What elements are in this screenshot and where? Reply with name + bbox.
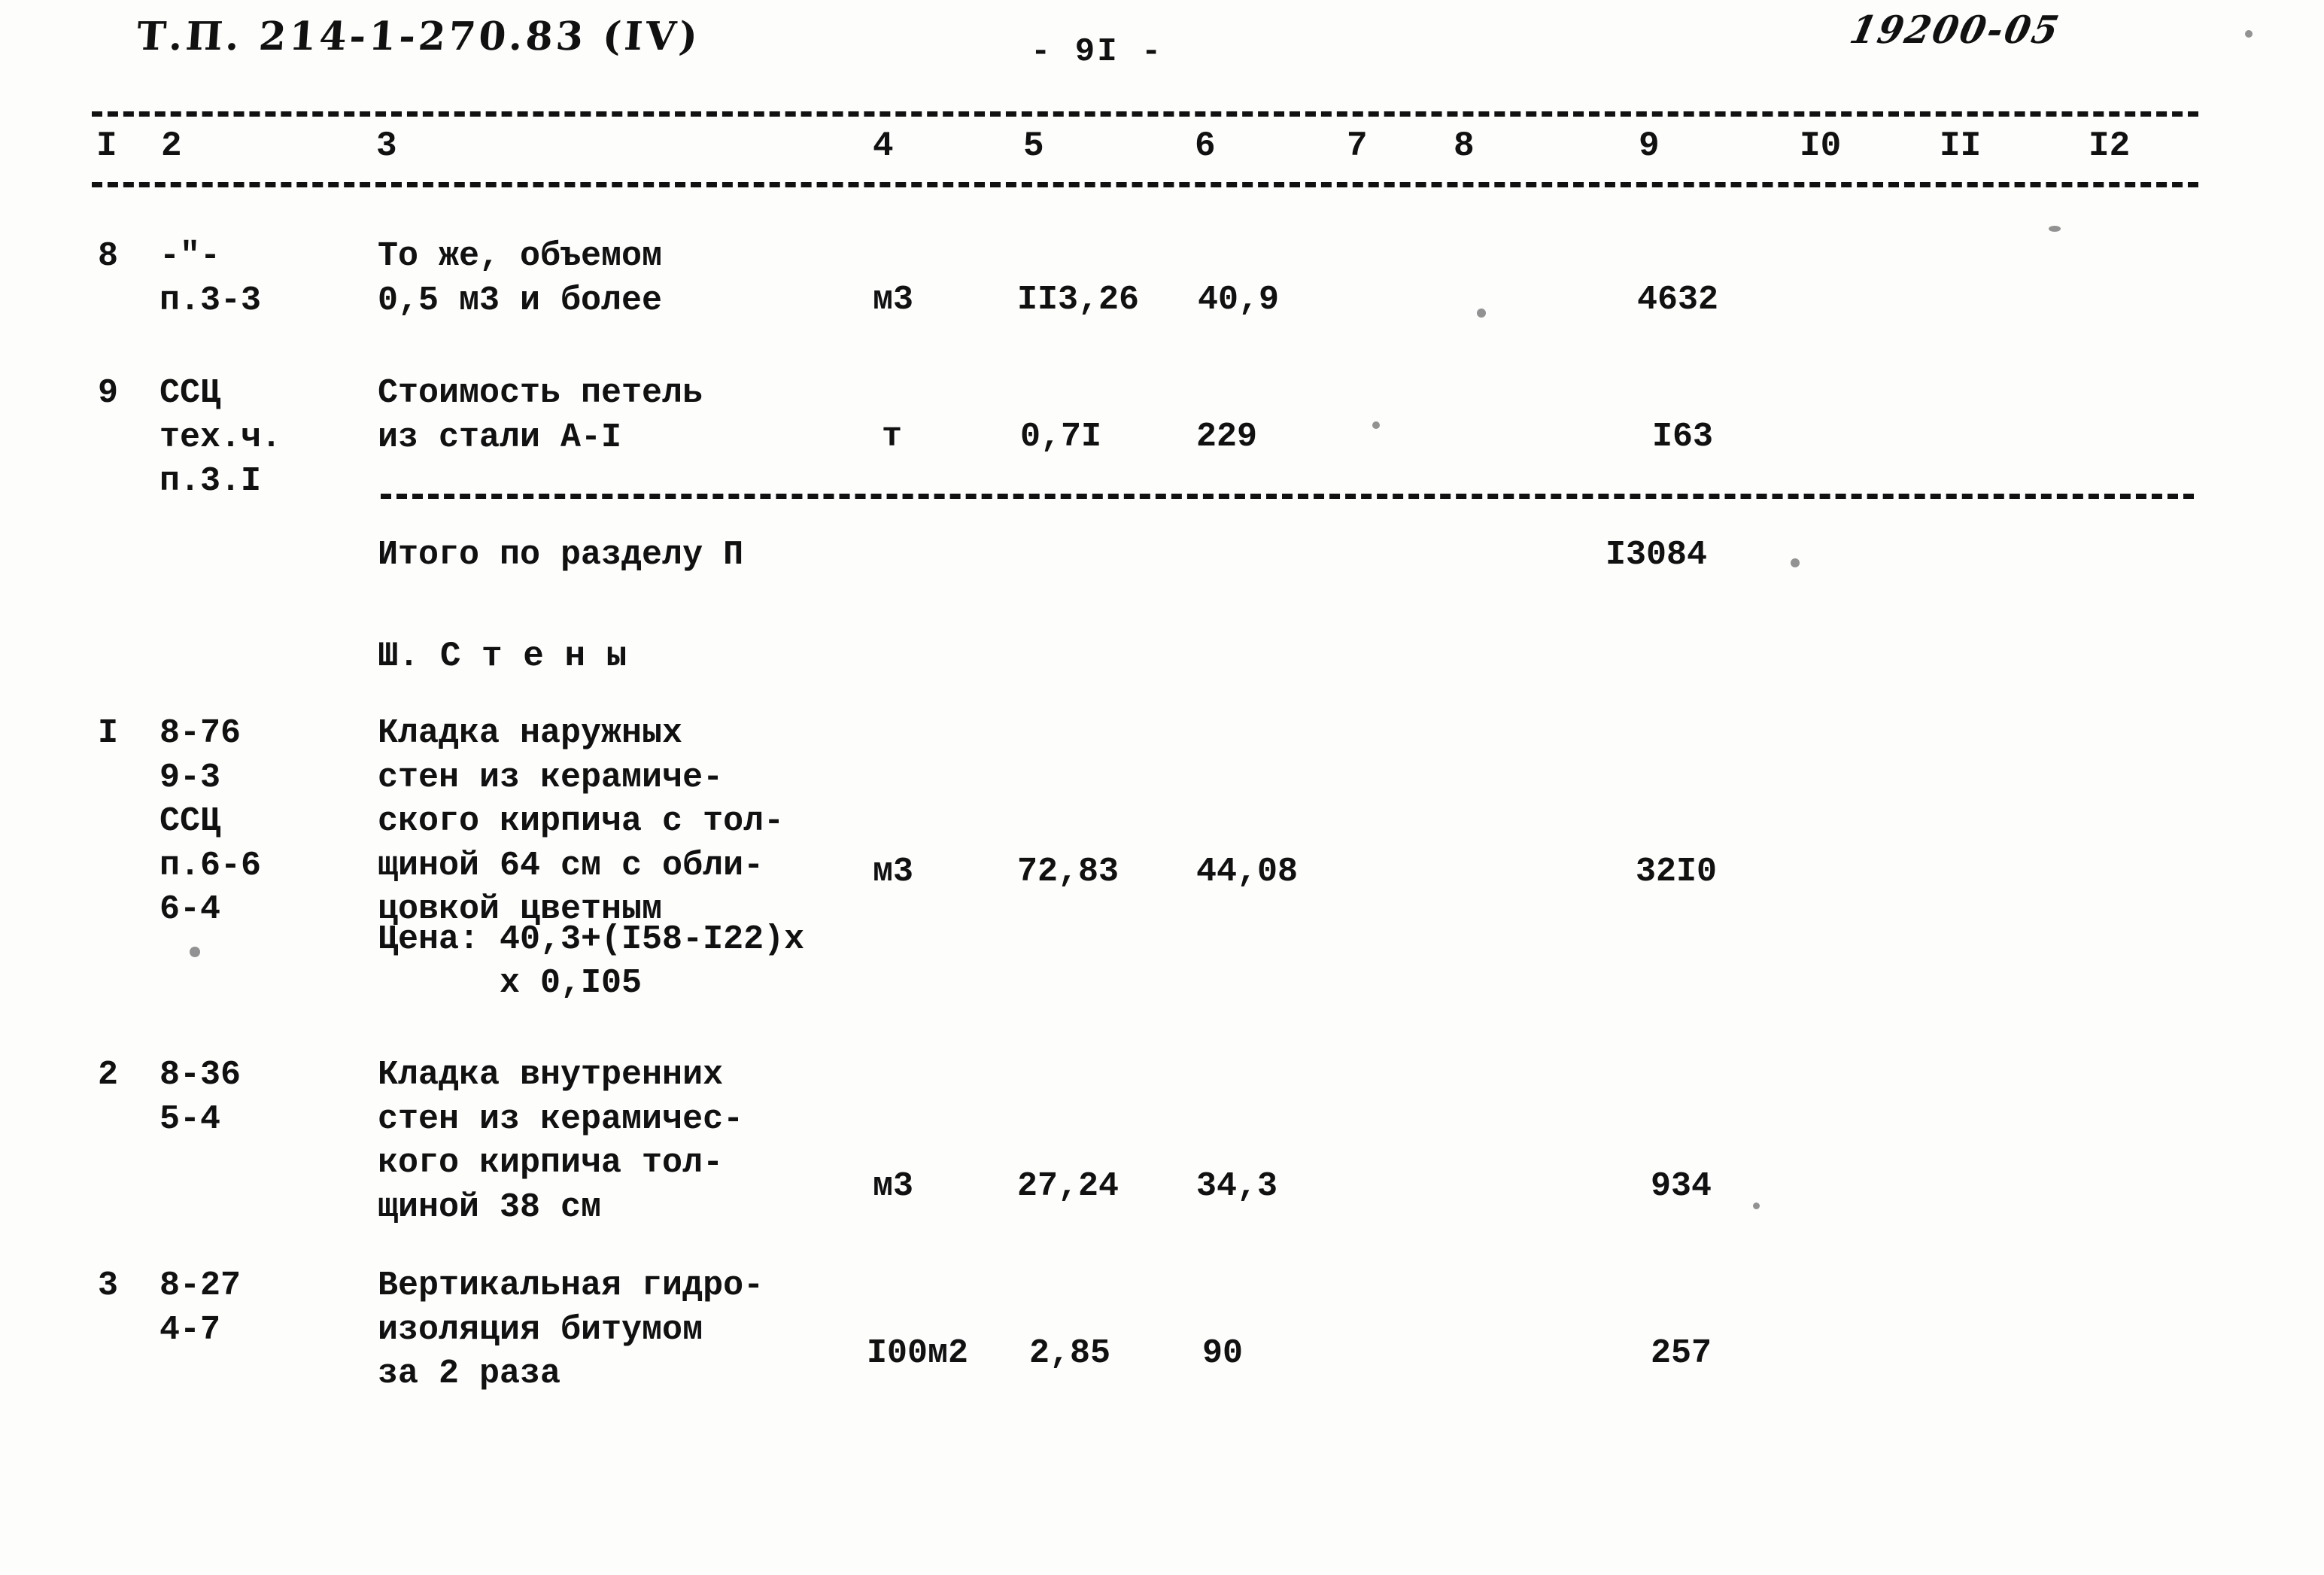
scan-artifact — [1477, 309, 1486, 318]
scan-artifact — [1753, 1203, 1760, 1209]
row-description: Кладка наружных стен из керамиче- ского … — [378, 714, 785, 929]
page-number: - 9I - — [1031, 33, 1164, 71]
scan-artifact — [2049, 226, 2061, 232]
scan-artifact — [190, 947, 200, 957]
column-header-8: 8 — [1454, 126, 1475, 166]
archive-stamp-annotation: 19200-05 — [1846, 8, 2064, 53]
row-quantity: 0,7I — [1020, 418, 1102, 456]
section-heading: Ш. С т е н ы — [378, 637, 627, 676]
row-code: -"- п.3-3 — [159, 237, 262, 320]
row-quantity: 72,83 — [1017, 853, 1119, 891]
row-total: I63 — [1652, 418, 1714, 456]
column-header-4: 4 — [873, 126, 894, 166]
row-price: 34,3 — [1196, 1167, 1278, 1206]
row-no: 9 — [98, 374, 119, 412]
column-header-9: 9 — [1639, 126, 1660, 166]
row-total: 934 — [1651, 1167, 1712, 1206]
row-no: 8 — [98, 237, 119, 275]
column-header-10: I0 — [1800, 126, 1842, 166]
scan-artifact — [1791, 558, 1800, 567]
column-header-2: 2 — [161, 126, 182, 166]
row-no: 3 — [98, 1266, 119, 1305]
row-price: 44,08 — [1196, 853, 1299, 891]
column-header-6: 6 — [1195, 126, 1216, 166]
row-quantity: 27,24 — [1017, 1167, 1119, 1206]
row-unit: м3 — [873, 1167, 914, 1206]
table-header-rule — [92, 182, 2198, 187]
row-quantity: 2,85 — [1029, 1334, 1111, 1373]
column-header-5: 5 — [1023, 126, 1044, 166]
row-description: Стоимость петель из стали А-I — [378, 374, 703, 457]
row-unit: т — [882, 418, 903, 456]
column-header-3: 3 — [376, 126, 397, 166]
row-code: ССЦ тех.ч. п.3.I — [159, 374, 282, 500]
row-no: 2 — [98, 1056, 119, 1094]
column-header-12: I2 — [2089, 126, 2131, 166]
row-no: I — [98, 714, 119, 753]
row-price: 229 — [1196, 418, 1258, 456]
subtotal-value: I3084 — [1606, 536, 1708, 574]
row-price-formula-note: Цена: 40,3+(I58-I22)х х 0,I05 — [378, 920, 805, 1002]
row-unit: м3 — [873, 853, 914, 891]
row-total: 257 — [1651, 1334, 1712, 1373]
row-price: 90 — [1202, 1334, 1244, 1373]
row-price: 40,9 — [1198, 281, 1280, 319]
scan-artifact — [2245, 30, 2253, 38]
row-description: Вертикальная гидро- изоляция битумом за … — [378, 1266, 764, 1393]
subtotal-label: Итого по разделу П — [378, 536, 744, 574]
row-unit: I00м2 — [867, 1334, 969, 1373]
column-header-1: I — [96, 126, 117, 166]
row-total: 32I0 — [1636, 853, 1718, 891]
row-code: 8-76 9-3 ССЦ п.6-6 6-4 — [159, 714, 262, 929]
row-description: То же, объемом 0,5 м3 и более — [378, 237, 663, 320]
row-total: 4632 — [1637, 281, 1719, 319]
row-description: Кладка внутренних стен из керамичес- ког… — [378, 1056, 744, 1227]
subtotal-rule — [381, 494, 2194, 499]
document-code-annotation: Т.П. 214-1-270.83 (IV) — [135, 14, 703, 59]
scanned-document-page: Т.П. 214-1-270.83 (IV) - 9I - 19200-05 I… — [0, 0, 2324, 1575]
scan-artifact — [1372, 421, 1380, 429]
row-code: 8-36 5-4 — [159, 1056, 242, 1139]
row-code: 8-27 4-7 — [159, 1266, 242, 1349]
column-header-11: II — [1940, 126, 1982, 166]
row-quantity: II3,26 — [1017, 281, 1140, 319]
table-top-rule — [92, 111, 2198, 117]
row-unit: м3 — [873, 281, 914, 319]
column-header-7: 7 — [1347, 126, 1368, 166]
